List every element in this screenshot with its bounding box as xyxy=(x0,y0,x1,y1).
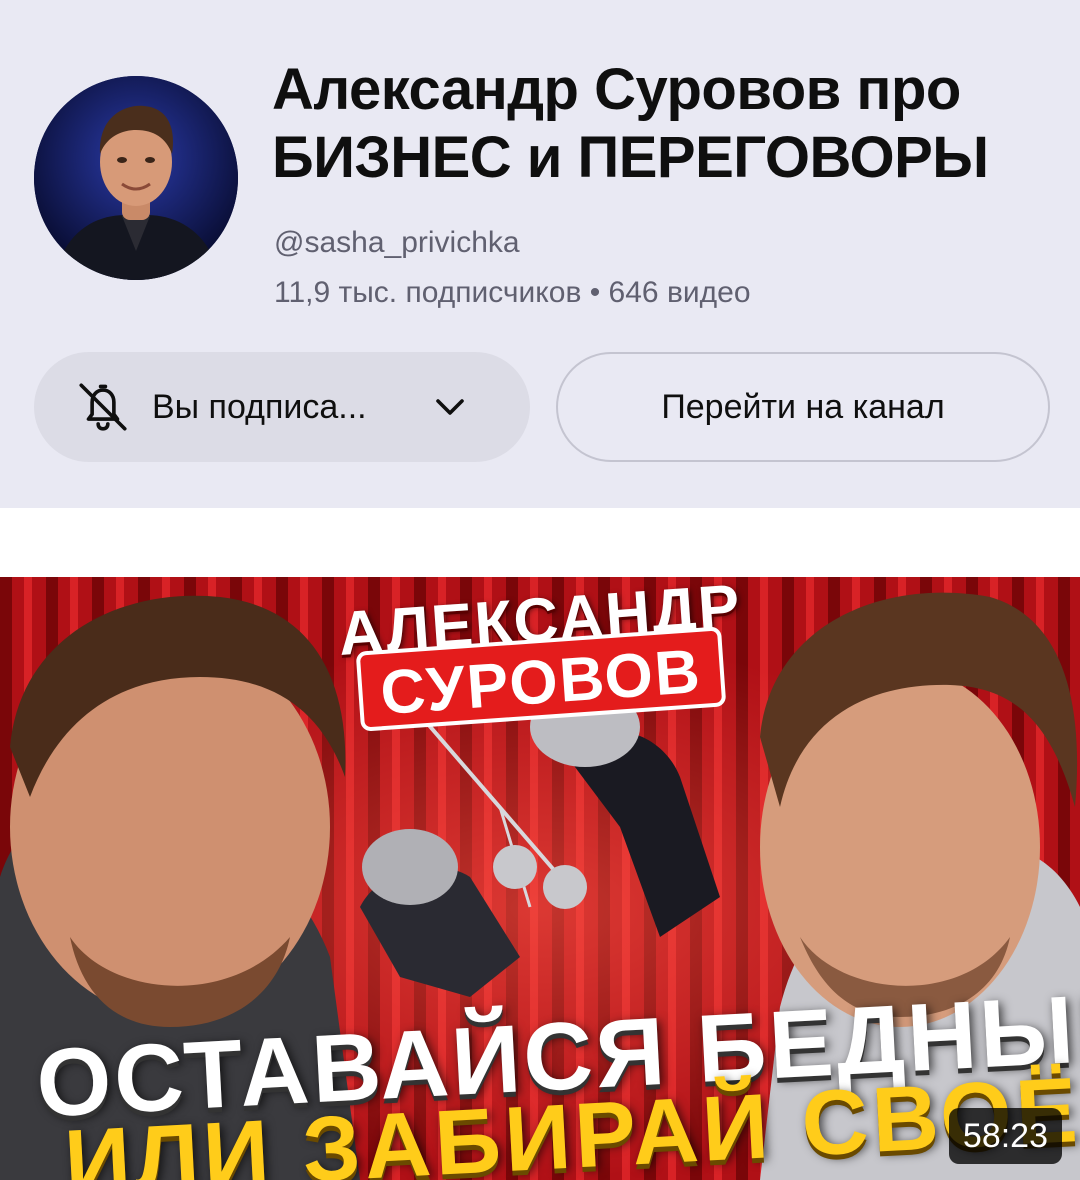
go-to-channel-button[interactable]: Перейти на канал xyxy=(556,352,1050,462)
channel-card: Александр Суровов про БИЗНЕС и ПЕРЕГОВОР… xyxy=(0,0,1080,508)
channel-title-line-1: Александр Суровов про xyxy=(272,57,961,122)
avatar-photo xyxy=(34,76,238,280)
bell-off-icon xyxy=(72,376,134,438)
video-thumbnail[interactable]: АЛЕКСАНДР СУРОВОВ ОСТАВАЙСЯ БЕДНЫМ ИЛИ З… xyxy=(0,577,1080,1180)
channel-title-line-2: БИЗНЕС и ПЕРЕГОВОРЫ xyxy=(272,125,989,190)
chevron-down-icon[interactable] xyxy=(430,387,470,427)
channel-avatar[interactable] xyxy=(34,76,238,280)
subscribed-button[interactable]: Вы подписа... xyxy=(34,352,530,462)
channel-handle: @sasha_privichka xyxy=(274,226,520,259)
video-duration-badge: 58:23 xyxy=(948,1108,1062,1164)
subscribed-label: Вы подписа... xyxy=(152,387,367,426)
channel-stats: 11,9 тыс. подписчиков • 646 видео xyxy=(274,276,751,309)
channel-title: Александр Суровов про БИЗНЕС и ПЕРЕГОВОР… xyxy=(272,56,1062,192)
